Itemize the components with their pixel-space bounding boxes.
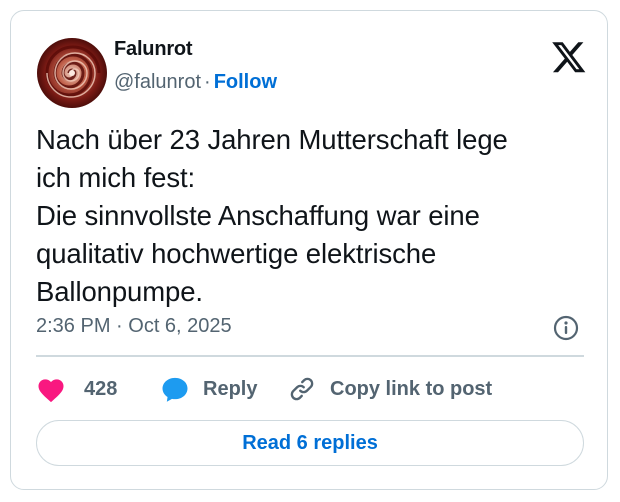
tweet-text: Nach über 23 Jahren Mutterschaft lege ic… <box>36 124 508 307</box>
link-icon <box>290 377 314 401</box>
tweet-card: Falunrot @falunrot · Follow Nach über 23 J… <box>10 10 608 490</box>
copy-link-label: Copy link to post <box>330 377 493 400</box>
copy-link-button[interactable]: Copy link to post <box>288 374 492 404</box>
info-icon[interactable] <box>553 315 579 341</box>
heart-icon <box>38 378 64 402</box>
handle-row: @falunrot · Follow <box>114 71 277 94</box>
x-logo-icon[interactable] <box>551 41 587 75</box>
display-name[interactable]: Falunrot <box>114 38 193 61</box>
red-spiral-avatar-icon <box>37 38 107 108</box>
tweet-timestamp[interactable]: 2:36 PM · Oct 6, 2025 <box>36 315 232 338</box>
reply-bubble-icon <box>162 377 188 402</box>
divider <box>36 355 584 357</box>
like-button[interactable]: 428 <box>36 374 117 404</box>
avatar[interactable] <box>37 38 107 108</box>
like-count: 428 <box>84 377 118 400</box>
user-handle[interactable]: @falunrot <box>114 71 201 93</box>
follow-link[interactable]: Follow <box>214 71 277 93</box>
reply-label: Reply <box>203 377 258 400</box>
separator-dot: · <box>204 71 211 93</box>
reply-button[interactable]: Reply <box>161 374 257 404</box>
read-replies-button[interactable]: Read 6 replies <box>36 420 584 466</box>
